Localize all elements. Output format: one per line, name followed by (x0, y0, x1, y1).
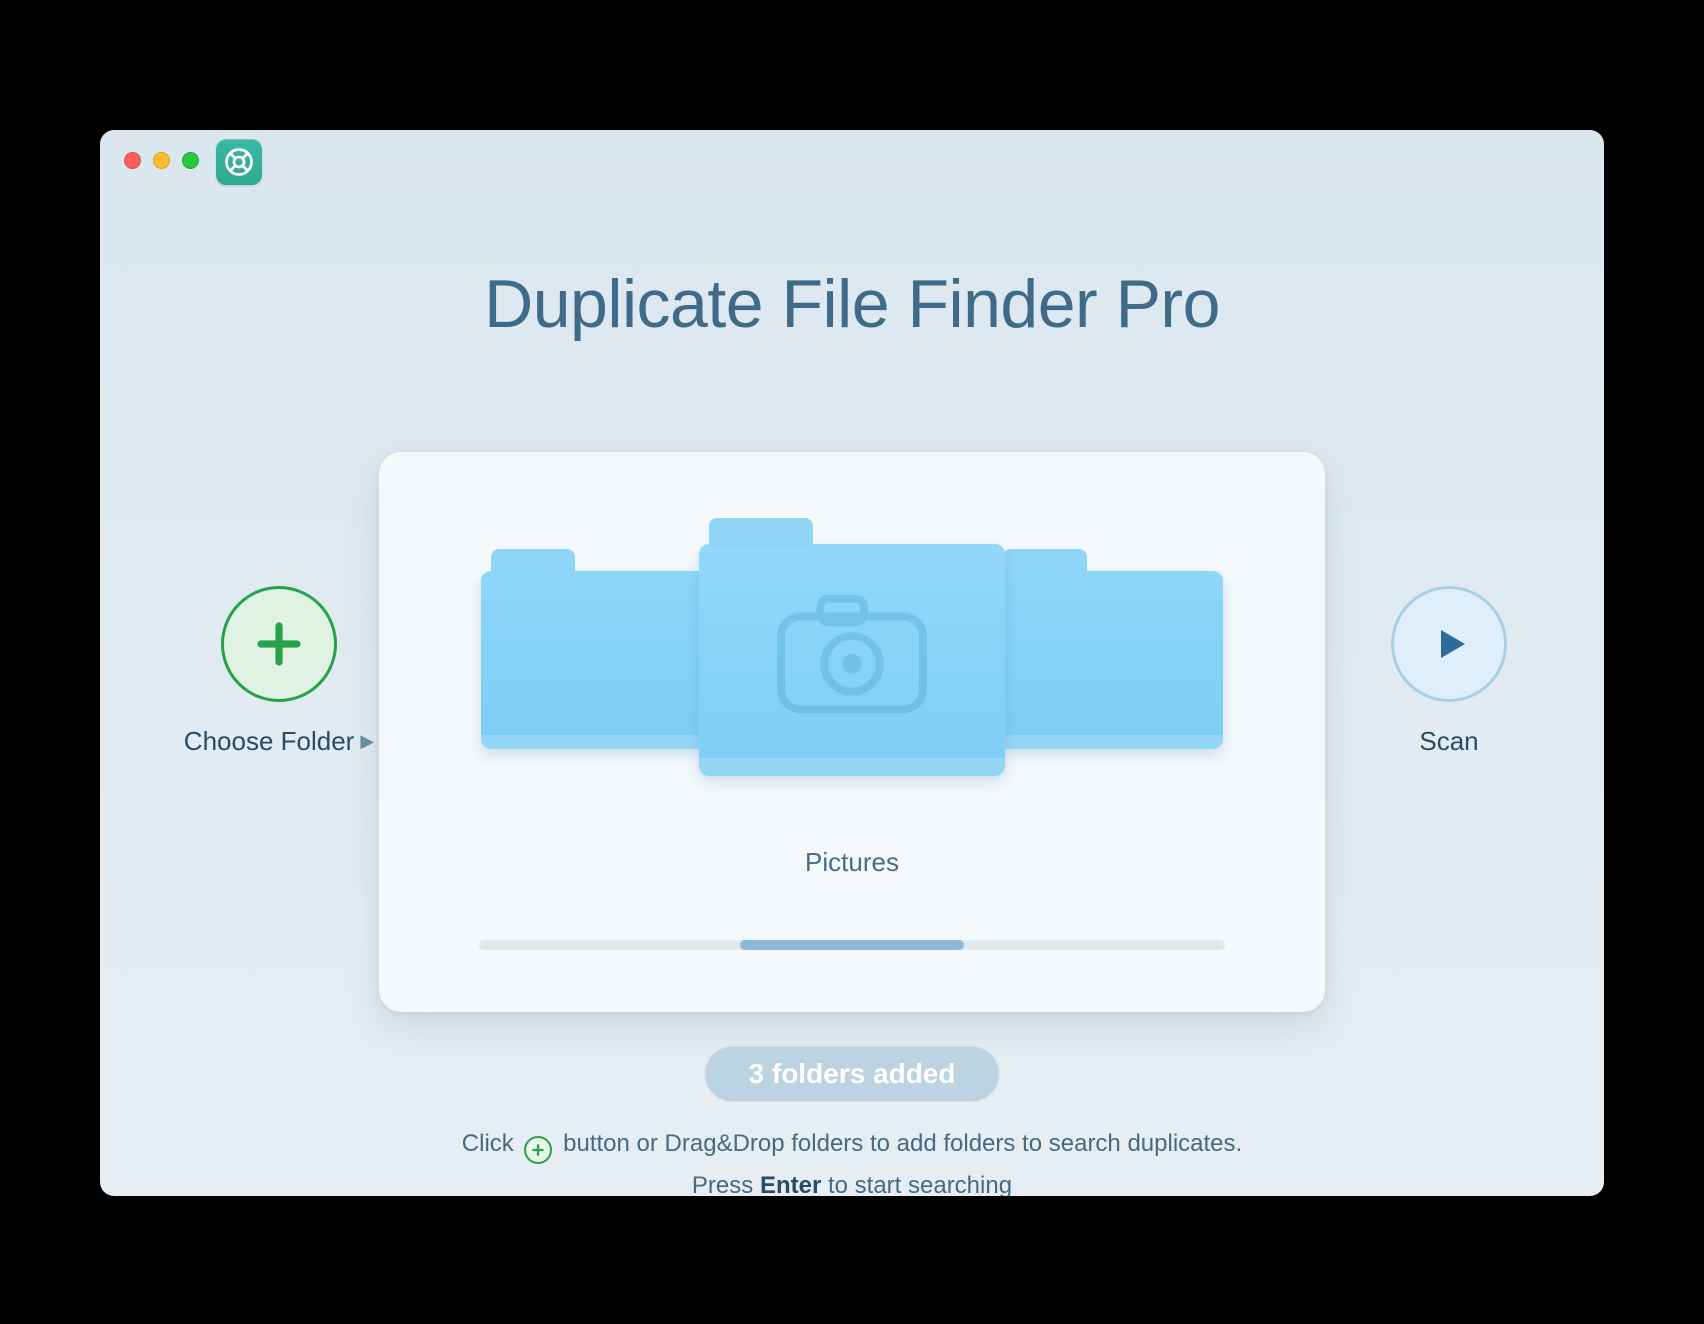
folder-drop-card[interactable]: Pictures (379, 452, 1325, 1012)
scan-block: Scan (1364, 586, 1534, 757)
hint-line-1: Click button or Drag&Drop folders to add… (100, 1130, 1604, 1164)
camera-icon (777, 594, 927, 714)
choose-folder-label[interactable]: Choose Folder ▶ (184, 726, 374, 757)
folder-item-right[interactable] (993, 571, 1223, 749)
hint-1-pre: Click (462, 1130, 521, 1157)
zoom-window-button[interactable] (182, 152, 199, 169)
scan-label: Scan (1419, 726, 1478, 757)
hint-2-post: to start searching (828, 1172, 1012, 1196)
selected-folder-label: Pictures (379, 847, 1325, 878)
plus-icon (252, 617, 306, 671)
hint-2-pre: Press (692, 1172, 760, 1196)
folders-added-chip: 3 folders added (705, 1046, 1000, 1102)
close-window-button[interactable] (124, 152, 141, 169)
play-icon (1425, 620, 1473, 668)
folder-carousel (379, 510, 1325, 810)
choose-folder-block: Choose Folder ▶ (170, 586, 388, 757)
choose-folder-text: Choose Folder (184, 726, 355, 757)
traffic-lights (124, 152, 199, 169)
plus-icon-inline (524, 1136, 552, 1164)
minimize-window-button[interactable] (153, 152, 170, 169)
lifebuoy-icon (224, 147, 254, 177)
hint-1-mid: button or Drag&Drop folders to add folde… (563, 1130, 1242, 1157)
hint-2-bold: Enter (760, 1172, 821, 1196)
folder-item-left[interactable] (481, 571, 711, 749)
hint-line-2: Press Enter to start searching (100, 1172, 1604, 1196)
app-title: Duplicate File Finder Pro (100, 265, 1604, 343)
scan-button[interactable] (1391, 586, 1507, 702)
choose-folder-button[interactable] (221, 586, 337, 702)
help-button[interactable] (216, 139, 262, 185)
chevron-right-icon: ▶ (360, 731, 374, 752)
carousel-scrollbar-thumb[interactable] (740, 940, 964, 950)
app-window: Duplicate File Finder Pro (100, 130, 1604, 1196)
folder-item-selected[interactable] (699, 544, 1005, 776)
carousel-scrollbar[interactable] (479, 940, 1225, 950)
